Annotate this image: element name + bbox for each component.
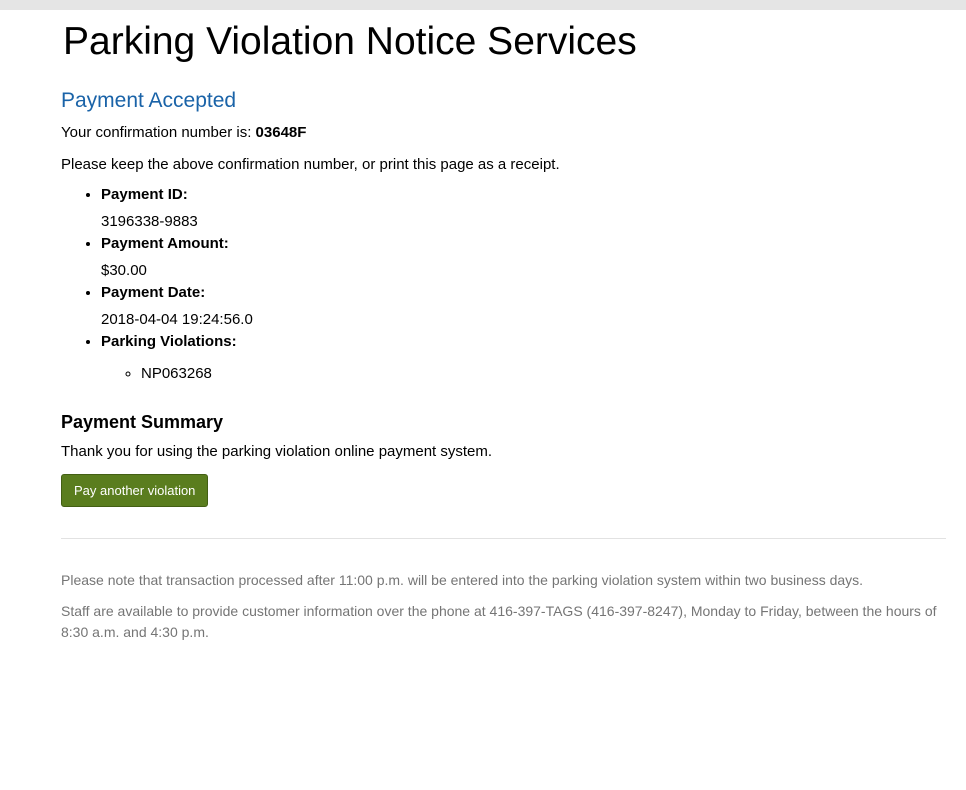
payment-id-item: Payment ID: 3196338-9883 — [101, 184, 946, 233]
parking-violations-label: Parking Violations: — [101, 333, 237, 350]
payment-id-value: 3196338-9883 — [101, 213, 198, 230]
payment-date-value: 2018-04-04 19:24:56.0 — [101, 311, 253, 328]
staff-contact-note: Staff are available to provide customer … — [61, 603, 937, 640]
page-title: Parking Violation Notice Services — [63, 20, 637, 63]
payment-id-label: Payment ID: — [101, 186, 188, 203]
payment-date-label: Payment Date: — [101, 284, 206, 301]
main-content: Payment Accepted Your confirmation numbe… — [61, 86, 946, 643]
confirmation-prefix: Your confirmation number is: — [61, 124, 256, 141]
payment-summary-heading: Payment Summary — [61, 412, 224, 432]
section-divider — [61, 538, 946, 539]
payment-status-heading: Payment Accepted — [61, 89, 237, 112]
thank-you-message: Thank you for using the parking violatio… — [61, 443, 493, 460]
processing-time-note: Please note that transaction processed a… — [61, 572, 864, 588]
confirmation-line: Your confirmation number is: 03648F — [61, 122, 946, 144]
payment-details-list: Payment ID: 3196338-9883 Payment Amount:… — [61, 184, 946, 385]
payment-amount-label: Payment Amount: — [101, 235, 229, 252]
receipt-note: Please keep the above confirmation numbe… — [61, 156, 560, 173]
parking-violations-item: Parking Violations: NP063268 — [101, 331, 946, 385]
pay-another-violation-button[interactable]: Pay another violation — [61, 474, 209, 507]
payment-amount-item: Payment Amount: $30.00 — [101, 233, 946, 282]
violation-item: NP063268 — [141, 363, 946, 385]
confirmation-number: 03648F — [255, 124, 307, 141]
payment-date-item: Payment Date: 2018-04-04 19:24:56.0 — [101, 282, 946, 331]
violations-list: NP063268 — [101, 363, 946, 385]
payment-amount-value: $30.00 — [101, 262, 147, 279]
browser-top-bar — [0, 0, 966, 10]
